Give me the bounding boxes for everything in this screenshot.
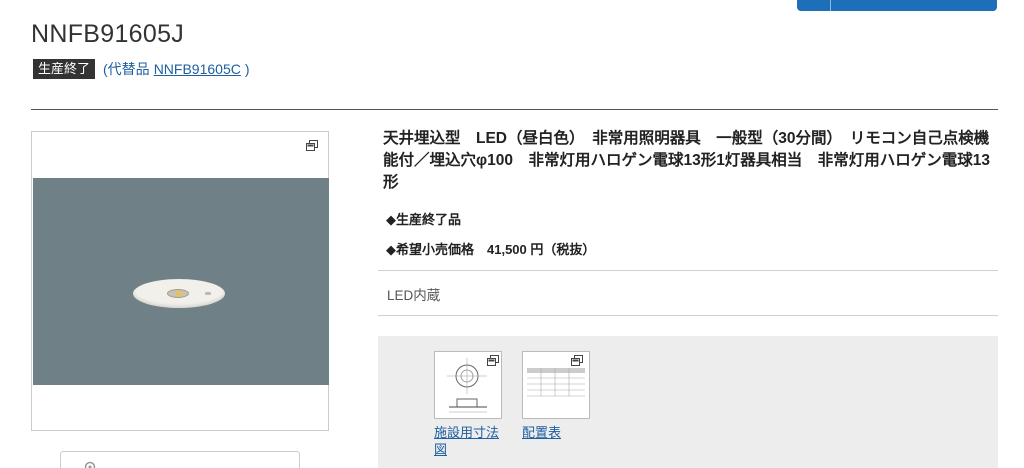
product-code-title: NNFB91605J: [31, 20, 185, 48]
alternative-product-link[interactable]: NNFB91605C: [154, 61, 241, 77]
alternative-prefix: (代替品: [103, 61, 150, 77]
section-divider: [31, 109, 998, 110]
discontinued-badge: 生産終了: [33, 59, 96, 79]
header-action-button[interactable]: [797, 0, 997, 11]
product-photo: [33, 178, 329, 385]
documents-panel: 施設用寸法図 配置表: [378, 336, 998, 468]
feature-divider-top: [378, 270, 998, 271]
layout-table-link[interactable]: 配置表: [522, 424, 561, 441]
dimension-drawing-link[interactable]: 施設用寸法図: [434, 424, 504, 458]
feature-text: LED内蔵: [387, 288, 441, 303]
product-description: 天井埋込型 LED（昼白色） 非常用照明器具 一般型（30分間） リモコン自己点…: [383, 130, 991, 191]
gear-icon: [83, 460, 97, 468]
expand-icon[interactable]: [487, 355, 501, 369]
status-row: 生産終了 (代替品 NNFB91605C ): [33, 59, 250, 79]
thumbnail-strip[interactable]: [60, 451, 300, 468]
discontinued-info: ◆生産終了品: [386, 212, 461, 227]
alternative-suffix: ): [244, 61, 250, 77]
expand-icon[interactable]: [306, 140, 320, 154]
feature-divider-bottom: [378, 315, 998, 316]
fixture-lens: [167, 289, 189, 298]
light-fixture-illustration: [133, 279, 225, 308]
product-image-box[interactable]: [31, 131, 329, 431]
button-separator: [830, 0, 831, 11]
fixture-indicator: [205, 292, 211, 295]
expand-icon[interactable]: [571, 355, 585, 369]
price-info: ◆希望小売価格 41,500 円（税抜）: [386, 242, 596, 257]
layout-table-thumbnail[interactable]: [522, 351, 590, 419]
dimension-drawing-thumbnail[interactable]: [434, 351, 502, 419]
